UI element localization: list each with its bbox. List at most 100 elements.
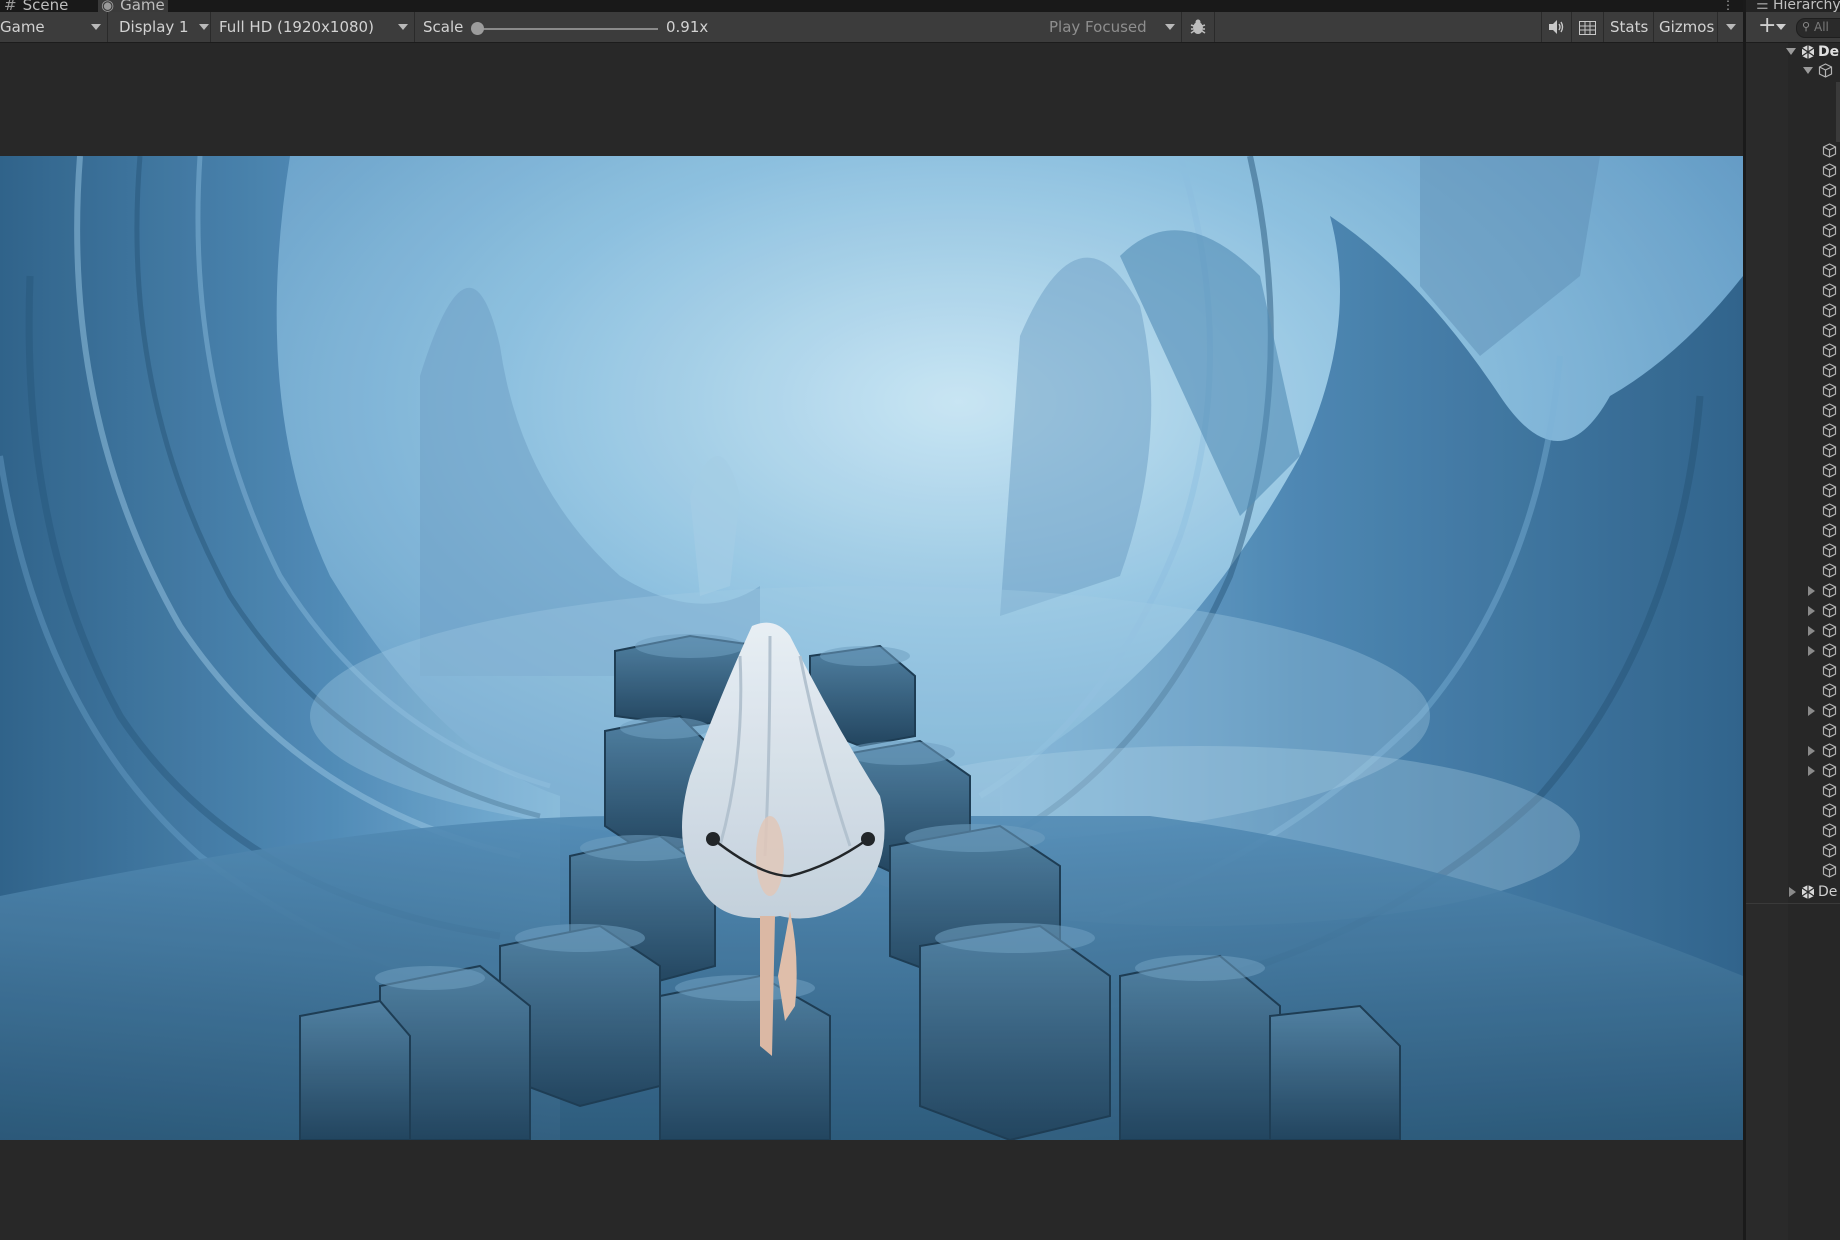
display-label: Display 1: [119, 18, 189, 36]
grid-icon: #: [4, 0, 17, 12]
expand-arrow-icon[interactable]: [1789, 887, 1796, 897]
gameobject-cube-icon[interactable]: [1822, 623, 1837, 638]
gameobject-cube-icon[interactable]: [1822, 403, 1837, 418]
scale-slider-knob[interactable]: [471, 22, 484, 35]
gameobject-cube-icon[interactable]: [1822, 223, 1837, 238]
add-icon[interactable]: +: [1758, 14, 1776, 38]
speaker-icon[interactable]: [1547, 19, 1565, 35]
gameobject-cube-icon[interactable]: [1822, 363, 1837, 378]
gameobject-cube-icon[interactable]: [1822, 323, 1837, 338]
bug-icon[interactable]: [1189, 18, 1207, 36]
expand-arrow-icon[interactable]: [1808, 626, 1815, 636]
game-scene-render: [0, 156, 1743, 1140]
gameobject-cube-icon[interactable]: [1822, 783, 1837, 798]
display-dropdown[interactable]: Display 1: [119, 12, 189, 42]
gameobject-cube-icon[interactable]: [1822, 843, 1837, 858]
gameobject-cube-icon[interactable]: [1822, 383, 1837, 398]
expand-arrow-icon[interactable]: [1808, 766, 1815, 776]
toolbar-separator: [1717, 12, 1718, 42]
chevron-down-icon[interactable]: [199, 24, 209, 30]
gameobject-cube-icon[interactable]: [1822, 463, 1837, 478]
gameobject-cube-icon[interactable]: [1818, 63, 1833, 78]
chevron-down-icon[interactable]: [1726, 24, 1736, 30]
gameobject-cube-icon[interactable]: [1822, 243, 1837, 258]
expand-arrow-icon[interactable]: [1808, 586, 1815, 596]
tab-scene[interactable]: # Scene: [4, 0, 68, 12]
gameobject-cube-icon[interactable]: [1822, 503, 1837, 518]
toolbar-separator: [1603, 12, 1604, 42]
gameobject-cube-icon[interactable]: [1822, 523, 1837, 538]
gameobject-cube-icon[interactable]: [1822, 803, 1837, 818]
toolbar-separator: [414, 12, 415, 42]
gizmos-button[interactable]: Gizmos: [1659, 12, 1714, 42]
grid-layout-icon[interactable]: [1579, 20, 1596, 35]
child-indicator: [1836, 82, 1840, 142]
gameobject-cube-icon[interactable]: [1822, 203, 1837, 218]
gameobject-cube-icon[interactable]: [1822, 143, 1837, 158]
stats-button[interactable]: Stats: [1610, 12, 1648, 42]
play-mode-dropdown[interactable]: Play Focused: [1049, 12, 1147, 42]
gameobject-cube-icon[interactable]: [1822, 863, 1837, 878]
gameobject-cube-icon[interactable]: [1822, 163, 1837, 178]
collapse-arrow-icon[interactable]: [1786, 48, 1796, 55]
gameobject-cube-icon[interactable]: [1822, 663, 1837, 678]
gameobject-cube-icon[interactable]: [1822, 703, 1837, 718]
chevron-down-icon[interactable]: [1165, 24, 1175, 30]
expand-arrow-icon[interactable]: [1808, 606, 1815, 616]
gameobject-cube-icon[interactable]: [1822, 283, 1837, 298]
gameobject-cube-icon[interactable]: [1822, 563, 1837, 578]
gamepad-icon: ◉: [101, 0, 115, 12]
gameobject-cube-icon[interactable]: [1822, 643, 1837, 658]
gameobject-cube-icon[interactable]: [1822, 683, 1837, 698]
scale-label: Scale: [423, 18, 464, 36]
tab-game[interactable]: ◉ Game: [101, 0, 165, 12]
toolbar-separator: [1571, 12, 1572, 42]
gameobject-cube-icon[interactable]: [1822, 543, 1837, 558]
tab-bar: [0, 0, 1744, 12]
gameobject-cube-icon[interactable]: [1822, 583, 1837, 598]
chevron-down-icon[interactable]: [1776, 24, 1786, 30]
collapse-arrow-icon[interactable]: [1803, 67, 1813, 74]
gameobject-cube-icon[interactable]: [1822, 343, 1837, 358]
resolution-dropdown[interactable]: Full HD (1920x1080): [219, 12, 374, 42]
gameobject-cube-icon[interactable]: [1822, 743, 1837, 758]
tab-hierarchy[interactable]: ☰ Hierarchy: [1756, 0, 1840, 12]
gameobject-cube-icon[interactable]: [1822, 723, 1837, 738]
scene-icon: [1800, 44, 1816, 60]
toolbar-separator: [1541, 12, 1542, 42]
gameobject-cube-icon[interactable]: [1822, 443, 1837, 458]
scene-root-label-2[interactable]: De: [1818, 883, 1837, 901]
hierarchy-toolbar: + ⚲ All: [1746, 12, 1840, 43]
toolbar-separator: [1181, 12, 1182, 42]
tab-game-label: Game: [120, 0, 165, 12]
scale-slider-track[interactable]: [478, 28, 658, 30]
display-mode-dropdown[interactable]: Game: [0, 12, 45, 42]
chevron-down-icon[interactable]: [398, 24, 408, 30]
display-mode-label: Game: [0, 18, 45, 36]
chevron-down-icon[interactable]: [91, 24, 101, 30]
gameobject-cube-icon[interactable]: [1822, 763, 1837, 778]
toolbar-separator: [1214, 12, 1215, 42]
toolbar-separator: [107, 12, 108, 42]
hierarchy-search-input[interactable]: ⚲ All: [1796, 18, 1840, 38]
gameobject-cube-icon[interactable]: [1822, 823, 1837, 838]
stats-label: Stats: [1610, 18, 1649, 36]
gameobject-cube-icon[interactable]: [1822, 263, 1837, 278]
gameobject-cube-icon[interactable]: [1822, 483, 1837, 498]
gameobject-cube-icon[interactable]: [1822, 423, 1837, 438]
game-render-viewport[interactable]: [0, 156, 1743, 1140]
gameobject-cube-icon[interactable]: [1822, 183, 1837, 198]
hierarchy-tab-bar: ☰ Hierarchy: [1746, 0, 1840, 12]
gameobject-cube-icon[interactable]: [1822, 603, 1837, 618]
expand-arrow-icon[interactable]: [1808, 646, 1815, 656]
kebab-menu-icon[interactable]: ⋮: [1722, 0, 1734, 12]
scene-icon: [1800, 884, 1816, 900]
scene-root-label[interactable]: De: [1818, 43, 1839, 61]
tab-scene-label: Scene: [22, 0, 69, 12]
expand-arrow-icon[interactable]: [1808, 706, 1815, 716]
gameobject-cube-icon[interactable]: [1822, 303, 1837, 318]
toolbar-separator: [1653, 12, 1654, 42]
search-placeholder: All: [1814, 20, 1829, 34]
expand-arrow-icon[interactable]: [1808, 746, 1815, 756]
hierarchy-divider: [1746, 903, 1840, 904]
